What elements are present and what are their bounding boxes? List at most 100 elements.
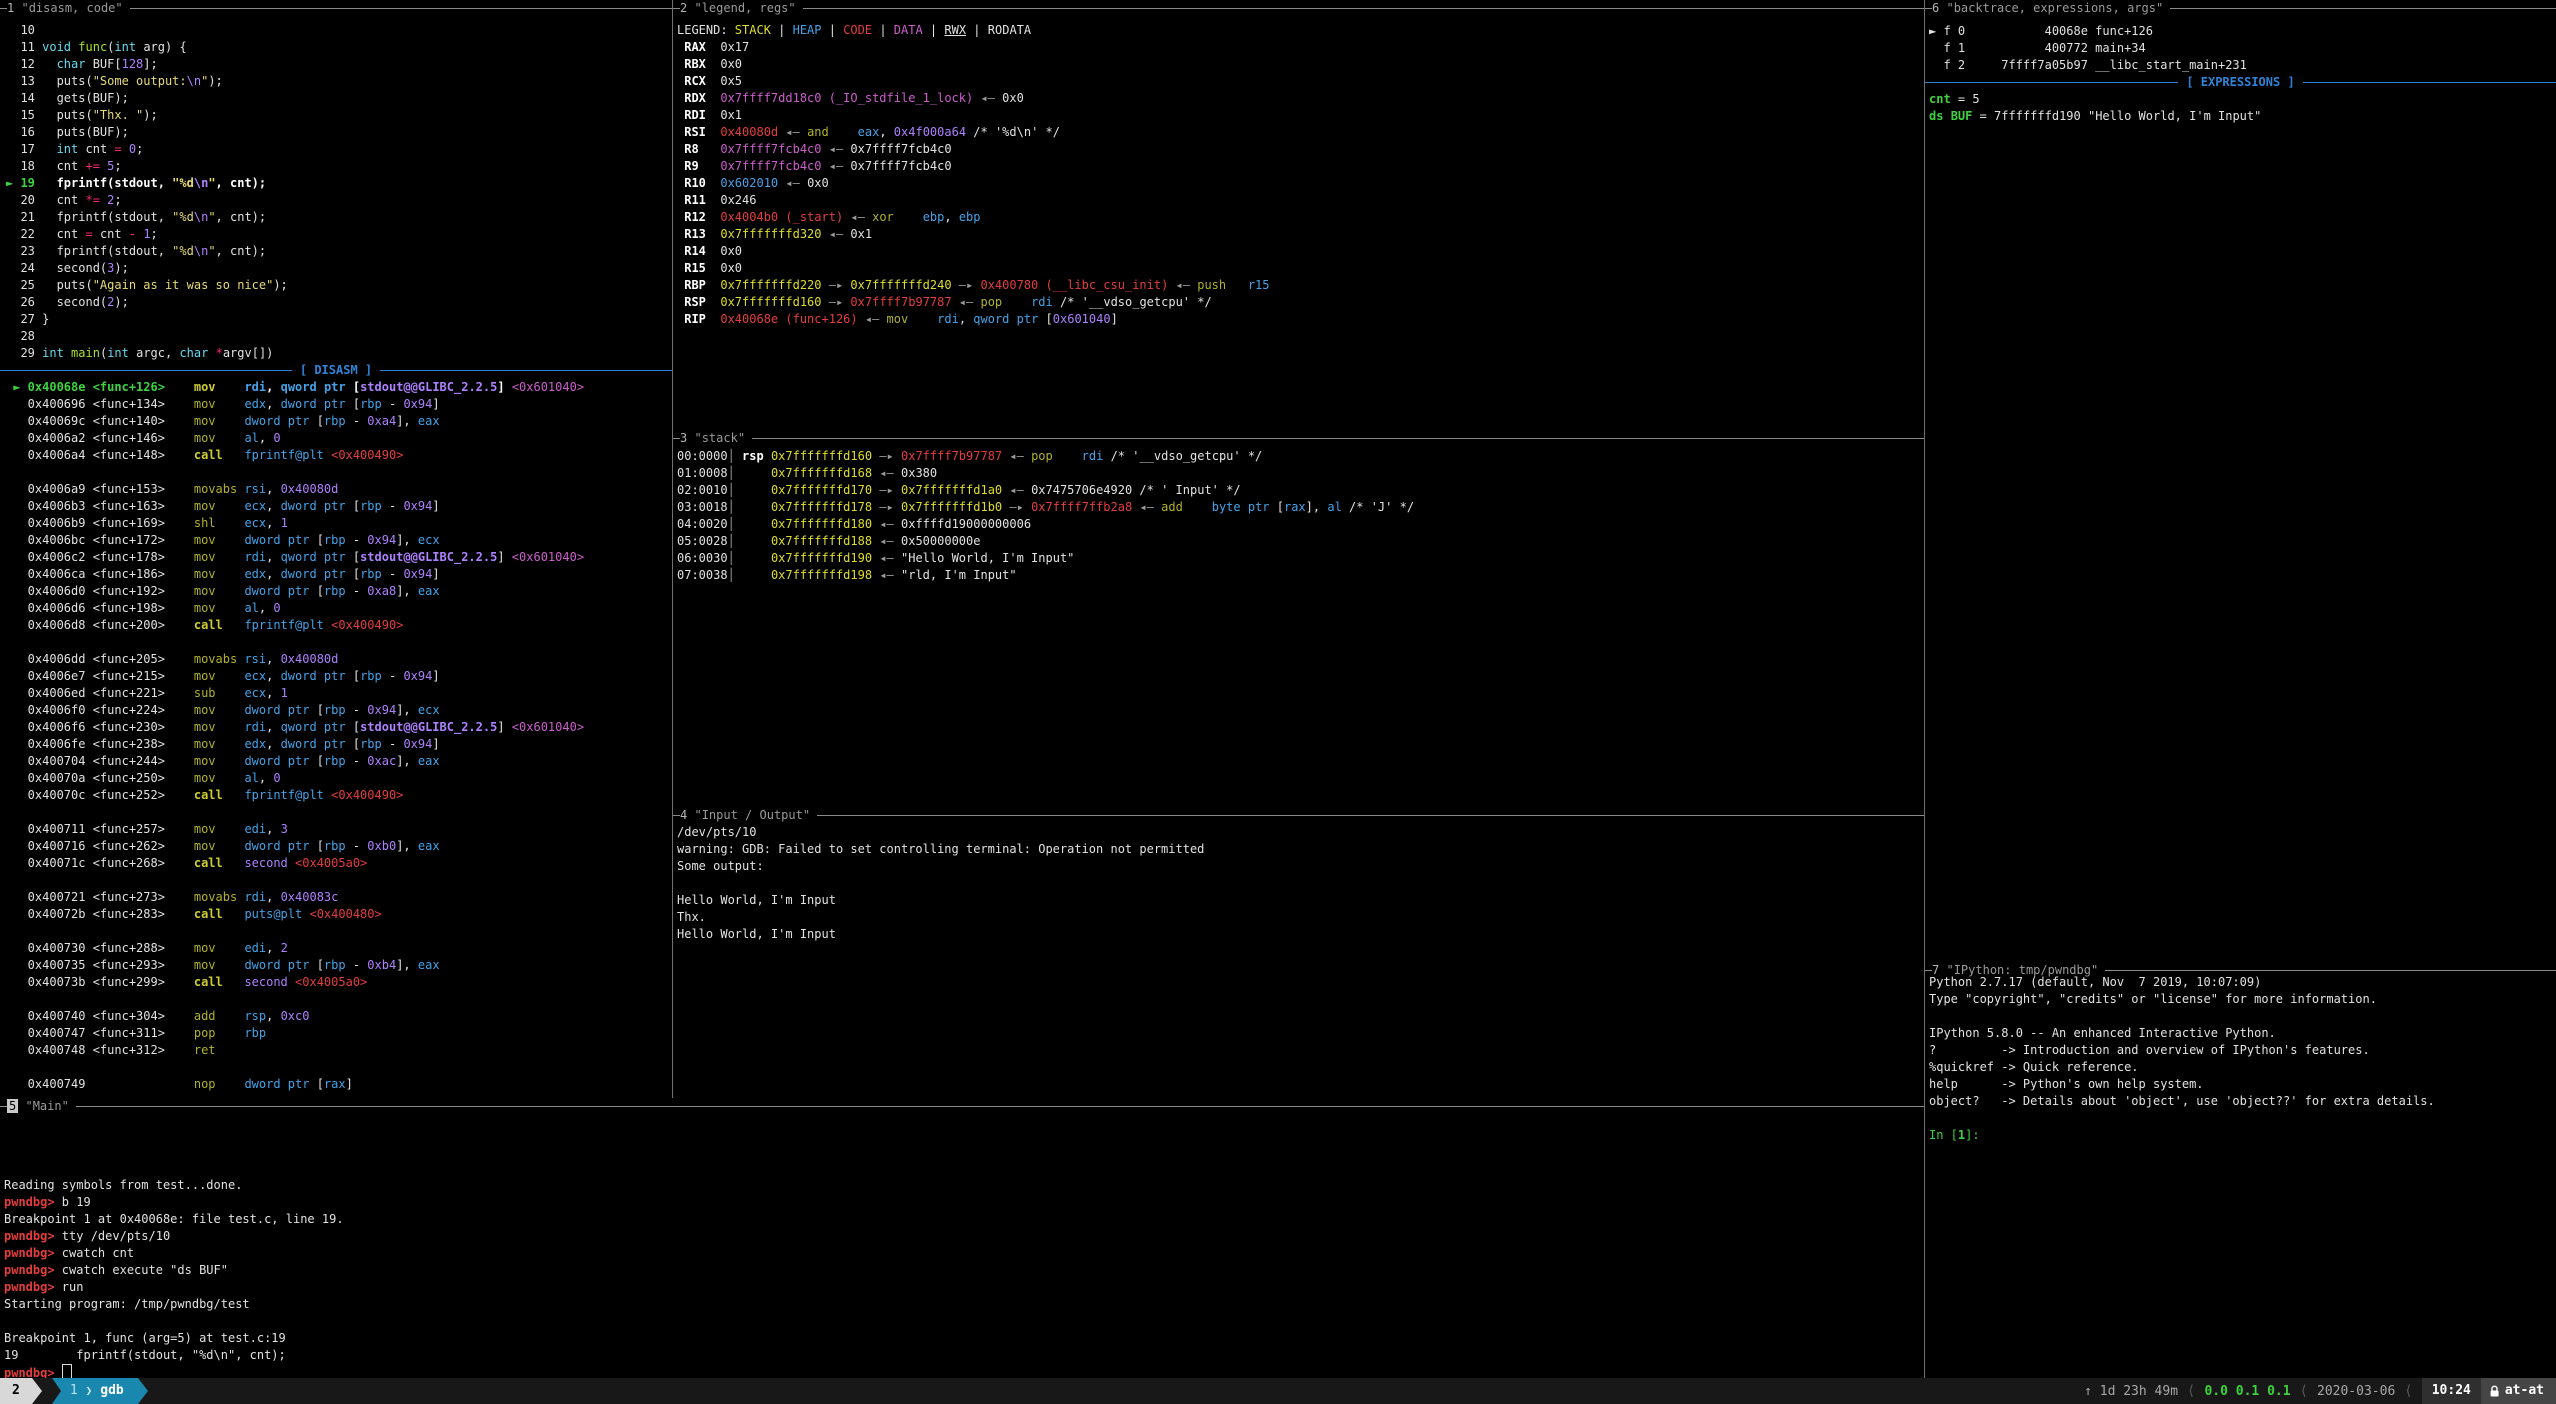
- terminal-row: 0x4006d8 <func+200> call fprintf@plt <0x…: [6, 617, 584, 634]
- pane-title-stack: 3 "stack": [673, 430, 1924, 447]
- terminal-row: IPython 5.8.0 -- An enhanced Interactive…: [1929, 1025, 2435, 1042]
- terminal-row: ► f 0 40068e func+126: [1929, 23, 2247, 40]
- pane-title-label: "Main": [25, 1099, 68, 1113]
- terminal-row: RBX 0x0: [677, 56, 1270, 73]
- pane-title-disasm-code: 1 "disasm, code": [0, 0, 672, 17]
- terminal-row: [4, 1313, 344, 1330]
- terminal-row: 0x4006ca <func+186> mov edx, dword ptr […: [6, 566, 584, 583]
- terminal-row: RSI 0x40080d ◂— and eax, 0x4f000a64 /* '…: [677, 124, 1270, 141]
- terminal-row: [6, 804, 584, 821]
- terminal-row: 0x40070c <func+252> call fprintf@plt <0x…: [6, 787, 584, 804]
- pane-divider-vertical-left[interactable]: [672, 0, 673, 1098]
- terminal-row: 28: [6, 328, 288, 345]
- terminal-row: help -> Python's own help system.: [1929, 1076, 2435, 1093]
- terminal-row: 0x4006b9 <func+169> shl ecx, 1: [6, 515, 584, 532]
- terminal-row: ds BUF = 7fffffffd190 "Hello World, I'm …: [1929, 108, 2261, 125]
- terminal-row: 0x4006a4 <func+148> call fprintf@plt <0x…: [6, 447, 584, 464]
- pane-number: 4: [680, 808, 687, 822]
- terminal-row: 0x4006e7 <func+215> mov ecx, dword ptr […: [6, 668, 584, 685]
- terminal-row: 10: [6, 22, 288, 39]
- terminal-row: [6, 991, 584, 1008]
- expressions-section-divider: [ EXPRESSIONS ]: [1925, 74, 2556, 91]
- status-right: ↑ 1d 23h 49m ⟨ 0.0 0.1 0.1 ⟨ 2020-03-06 …: [2084, 1378, 2556, 1404]
- terminal-row: In [1]:: [1929, 1127, 2435, 1144]
- terminal-row: Reading symbols from test...done.: [4, 1177, 344, 1194]
- terminal-row: 18 cnt += 5;: [6, 158, 288, 175]
- terminal-row: 0x4006f0 <func+224> mov dword ptr [rbp -…: [6, 702, 584, 719]
- terminal-row: RBP 0x7fffffffd220 —▸ 0x7fffffffd240 —▸ …: [677, 277, 1270, 294]
- terminal-row: 0x4006ed <func+221> sub ecx, 1: [6, 685, 584, 702]
- disasm-section-label: [ DISASM ]: [292, 362, 380, 379]
- terminal-row: 0x400735 <func+293> mov dword ptr [rbp -…: [6, 957, 584, 974]
- status-clock: 10:24: [2422, 1378, 2481, 1404]
- powerline-arrow-icon: [138, 1378, 148, 1404]
- terminal-row: RAX 0x17: [677, 39, 1270, 56]
- terminal-row: Python 2.7.17 (default, Nov 7 2019, 10:0…: [1929, 974, 2435, 991]
- terminal-row: f 1 400772 main+34: [1929, 40, 2247, 57]
- session-badge[interactable]: 2: [0, 1378, 32, 1404]
- terminal-row: [6, 872, 584, 889]
- terminal-row: 0x4006bc <func+172> mov dword ptr [rbp -…: [6, 532, 584, 549]
- pane-number-active: 5: [7, 1099, 18, 1113]
- terminal-row: RSP 0x7fffffffd160 —▸ 0x7ffff7b97787 ◂— …: [677, 294, 1270, 311]
- terminal-row: 0x40072b <func+283> call puts@plt <0x400…: [6, 906, 584, 923]
- pane-title-label: "backtrace, expressions, args": [1946, 1, 2163, 15]
- terminal-row: 26 second(2);: [6, 294, 288, 311]
- terminal-row: 24 second(3);: [6, 260, 288, 277]
- tmux-status-bar: 2 1 ❯ gdb ↑ 1d 23h 49m ⟨ 0.0 0.1 0.1 ⟨ 2…: [0, 1378, 2556, 1404]
- terminal-row: 0x4006a2 <func+146> mov al, 0: [6, 430, 584, 447]
- terminal-row: 25 puts("Again as it was so nice");: [6, 277, 288, 294]
- terminal-row: Breakpoint 1, func (arg=5) at test.c:19: [4, 1330, 344, 1347]
- pane-title-label: "Input / Output": [694, 808, 810, 822]
- hostname-badge: at-at: [2481, 1378, 2556, 1404]
- terminal-row: pwndbg> run: [4, 1279, 344, 1296]
- pane-title-input-output: 4 "Input / Output": [673, 807, 1924, 824]
- terminal-row: Some output:: [677, 858, 1204, 875]
- terminal-row: 01:0008│ 0x7fffffffd168 ◂— 0x380: [677, 465, 1414, 482]
- terminal-row: Hello World, I'm Input: [677, 926, 1204, 943]
- pane-title-label: "stack": [694, 431, 745, 445]
- terminal-row: 0x4006d0 <func+192> mov dword ptr [rbp -…: [6, 583, 584, 600]
- angle-separator-icon: ⟨: [2404, 1383, 2412, 1399]
- terminal-row: R12 0x4004b0 (_start) ◂— xor ebp, ebp: [677, 209, 1270, 226]
- terminal-row: 14 gets(BUF);: [6, 90, 288, 107]
- terminal-row: 15 puts("Thx. ");: [6, 107, 288, 124]
- pane-number: 2: [680, 1, 687, 15]
- window-index: 1: [70, 1378, 78, 1404]
- terminal-row: 0x400716 <func+262> mov dword ptr [rbp -…: [6, 838, 584, 855]
- terminal-row: [6, 923, 584, 940]
- terminal-row: 29 int main(int argc, char *argv[]): [6, 345, 288, 362]
- registers-listing: LEGEND: STACK | HEAP | CODE | DATA | RWX…: [677, 22, 1270, 328]
- disassembly-listing: ► 0x40068e <func+126> mov rdi, qword ptr…: [6, 379, 584, 1093]
- terminal-row: 00:0000│ rsp 0x7fffffffd160 —▸ 0x7ffff7b…: [677, 448, 1414, 465]
- terminal-row: [6, 1059, 584, 1076]
- terminal-row: 06:0030│ 0x7fffffffd190 ◂— "Hello World,…: [677, 550, 1414, 567]
- terminal-row: 0x4006d6 <func+198> mov al, 0: [6, 600, 584, 617]
- ipython-console-output[interactable]: Python 2.7.17 (default, Nov 7 2019, 10:0…: [1929, 974, 2435, 1144]
- terminal-row: Type "copyright", "credits" or "license"…: [1929, 991, 2435, 1008]
- terminal-row: R10 0x602010 ◂— 0x0: [677, 175, 1270, 192]
- source-listing: 10 11 void func(int arg) { 12 char BUF[1…: [6, 22, 288, 362]
- terminal-row: 02:0010│ 0x7fffffffd170 —▸ 0x7fffffffd1a…: [677, 482, 1414, 499]
- terminal-row: Thx.: [677, 909, 1204, 926]
- terminal-row: R15 0x0: [677, 260, 1270, 277]
- terminal-row: pwndbg> cwatch execute "ds BUF": [4, 1262, 344, 1279]
- terminal-row: ? -> Introduction and overview of IPytho…: [1929, 1042, 2435, 1059]
- window-tab-gdb[interactable]: 1 ❯ gdb: [52, 1378, 138, 1404]
- gdb-console-output[interactable]: Reading symbols from test...done. pwndbg>…: [4, 1177, 344, 1381]
- terminal-row: 20 cnt *= 2;: [6, 192, 288, 209]
- program-io-output: /dev/pts/10warning: GDB: Failed to set c…: [677, 824, 1204, 943]
- terminal-row: R11 0x246: [677, 192, 1270, 209]
- terminal-row: 0x4006a9 <func+153> movabs rsi, 0x40080d: [6, 481, 584, 498]
- terminal-row: R8 0x7ffff7fcb4c0 ◂— 0x7ffff7fcb4c0: [677, 141, 1270, 158]
- terminal-row: 16 puts(BUF);: [6, 124, 288, 141]
- terminal-row: 0x400747 <func+311> pop rbp: [6, 1025, 584, 1042]
- terminal-row: RCX 0x5: [677, 73, 1270, 90]
- backtrace-frames: ► f 0 40068e func+126 f 1 400772 main+34…: [1929, 23, 2247, 74]
- terminal-row: [1929, 1110, 2435, 1127]
- pane-divider-vertical-right[interactable]: [1924, 0, 1925, 1378]
- status-left: 2 1 ❯ gdb: [0, 1378, 148, 1404]
- terminal-row: [1929, 1008, 2435, 1025]
- terminal-row: 0x4006fe <func+238> mov edx, dword ptr […: [6, 736, 584, 753]
- lock-icon: [2489, 1384, 2500, 1398]
